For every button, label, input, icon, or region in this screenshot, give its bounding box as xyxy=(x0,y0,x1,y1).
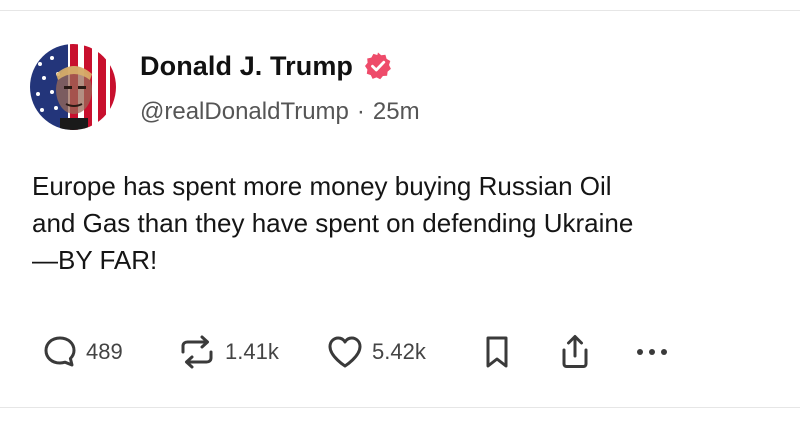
reply-count: 489 xyxy=(86,339,123,364)
heart-icon xyxy=(326,334,364,370)
author-handle[interactable]: @realDonaldTrump xyxy=(140,98,349,126)
reply-button[interactable]: 489 xyxy=(42,332,123,372)
post-timestamp[interactable]: 25m xyxy=(373,98,420,126)
author-name[interactable]: Donald J. Trump xyxy=(140,51,353,82)
like-count: 5.42k xyxy=(372,339,426,364)
top-divider xyxy=(0,10,800,11)
bottom-divider xyxy=(0,407,800,408)
more-dots-icon xyxy=(634,334,670,370)
bookmark-button[interactable] xyxy=(482,332,512,372)
author-avatar[interactable] xyxy=(30,44,116,130)
post-card: Donald J. Trump @realDonaldTrump · 25m E… xyxy=(0,0,800,421)
post-body: Europe has spent more money buying Russi… xyxy=(32,171,634,275)
repost-count: 1.41k xyxy=(225,339,279,364)
more-options-button[interactable] xyxy=(634,332,670,372)
avatar-image xyxy=(30,44,116,130)
author-row: Donald J. Trump xyxy=(140,46,393,86)
bookmark-icon xyxy=(482,334,512,370)
repost-button[interactable]: 1.41k xyxy=(177,332,279,372)
like-button[interactable]: 5.42k xyxy=(326,332,426,372)
dot-separator: · xyxy=(356,98,365,125)
verified-badge-icon xyxy=(363,51,393,81)
repost-arrows-icon xyxy=(177,334,217,370)
handle-row: @realDonaldTrump · 25m xyxy=(140,98,420,126)
share-button[interactable] xyxy=(558,332,592,372)
action-bar: 489 1.41k 5.42k xyxy=(42,332,742,372)
speech-bubble-icon xyxy=(42,334,78,370)
share-upload-icon xyxy=(558,333,592,371)
